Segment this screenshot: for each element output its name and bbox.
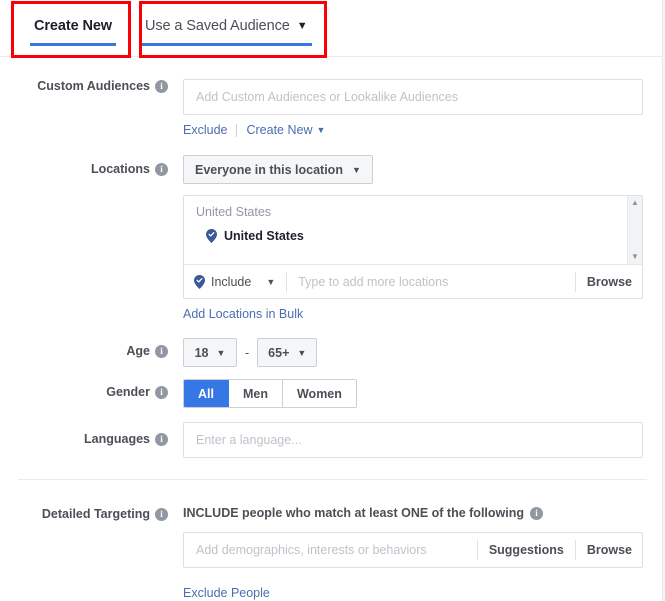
- gender-label-group: Gender i: [0, 379, 168, 399]
- location-name: United States: [224, 229, 304, 243]
- info-icon[interactable]: i: [155, 385, 168, 399]
- detailed-targeting-browse-button[interactable]: Browse: [587, 543, 632, 557]
- custom-audiences-input[interactable]: Add Custom Audiences or Lookalike Audien…: [183, 79, 643, 115]
- field-divider: [286, 271, 288, 292]
- chevron-down-icon: ▼: [296, 19, 308, 32]
- info-icon[interactable]: i: [155, 507, 168, 521]
- locations-field: Everyone in this location ▼ United State…: [183, 155, 643, 322]
- row-languages: Languages i Enter a language...: [0, 422, 665, 458]
- location-scope-dropdown[interactable]: Everyone in this location ▼: [183, 155, 373, 184]
- list-item[interactable]: United States: [196, 229, 630, 243]
- row-custom-audiences: Custom Audiences i Add Custom Audiences …: [0, 79, 665, 138]
- location-include-dropdown[interactable]: Include ▼: [194, 274, 276, 289]
- age-field: 18 ▼ - 65+ ▼: [183, 338, 665, 367]
- info-icon[interactable]: i: [155, 432, 168, 446]
- chevron-down-icon: ▼: [216, 347, 226, 358]
- exclude-people-link[interactable]: Exclude People: [183, 586, 270, 600]
- languages-placeholder: Enter a language...: [196, 433, 302, 447]
- locations-label-group: Locations i: [0, 155, 168, 176]
- tab-create-new-underline: [30, 43, 116, 46]
- detailed-targeting-label-group: Detailed Targeting i: [0, 506, 168, 521]
- tab-create-new-label: Create New: [34, 18, 112, 34]
- locations-bulk-link-row: Add Locations in Bulk: [183, 306, 643, 322]
- detailed-targeting-exclude-row: Exclude People: [183, 585, 643, 601]
- locations-scrollbar[interactable]: ▲ ▼: [627, 196, 642, 264]
- field-divider: [574, 271, 576, 292]
- row-locations: Locations i Everyone in this location ▼ …: [0, 155, 665, 322]
- detailed-targeting-label: Detailed Targeting: [41, 507, 150, 521]
- field-divider: [574, 540, 576, 560]
- detailed-targeting-include-title-group: INCLUDE people who match at least ONE of…: [183, 506, 643, 520]
- exclude-audiences-link[interactable]: Exclude: [183, 123, 227, 137]
- chevron-down-icon: ▼: [297, 347, 307, 358]
- link-divider: [236, 123, 238, 137]
- locations-label: Locations: [90, 162, 150, 176]
- custom-audiences-label: Custom Audiences: [37, 79, 150, 93]
- age-max-dropdown[interactable]: 65+ ▼: [257, 338, 318, 367]
- gender-option-women[interactable]: Women: [282, 380, 356, 407]
- locations-box: United States United States ▲ ▼ Include …: [183, 195, 643, 299]
- age-max-value: 65+: [268, 345, 290, 360]
- custom-audiences-label-group: Custom Audiences i: [0, 79, 168, 93]
- locations-input-row: Include ▼ Type to add more locations Bro…: [184, 265, 642, 298]
- info-icon[interactable]: i: [155, 344, 168, 358]
- custom-audiences-links: Exclude Create New ▼: [183, 122, 643, 138]
- row-gender: Gender i All Men Women: [0, 379, 665, 408]
- location-include-label: Include: [211, 274, 252, 289]
- detailed-targeting-suggestions-button[interactable]: Suggestions: [489, 543, 564, 557]
- scroll-up-arrow-icon[interactable]: ▲: [631, 199, 639, 207]
- add-locations-in-bulk-link[interactable]: Add Locations in Bulk: [183, 307, 303, 321]
- languages-field: Enter a language...: [183, 422, 643, 458]
- locations-group-heading: United States: [196, 205, 272, 219]
- info-icon[interactable]: i: [155, 162, 168, 176]
- scroll-down-arrow-icon[interactable]: ▼: [631, 253, 639, 261]
- audience-form: Custom Audiences i Add Custom Audiences …: [0, 57, 665, 601]
- age-min-dropdown[interactable]: 18 ▼: [183, 338, 237, 367]
- gender-label: Gender: [106, 385, 150, 399]
- gender-segmented-control: All Men Women: [183, 379, 357, 408]
- chevron-down-icon: ▼: [266, 276, 276, 287]
- tab-list: Create New Use a Saved Audience ▼: [0, 0, 665, 56]
- age-range-separator: -: [245, 345, 250, 360]
- tab-use-saved-audience[interactable]: Use a Saved Audience ▼: [129, 0, 324, 56]
- age-label-group: Age i: [0, 338, 168, 358]
- custom-audiences-field: Add Custom Audiences or Lookalike Audien…: [183, 79, 643, 138]
- section-divider: [18, 479, 647, 480]
- languages-label: Languages: [84, 432, 150, 446]
- chevron-down-icon[interactable]: ▼: [316, 125, 325, 135]
- detailed-targeting-input[interactable]: Add demographics, interests or behaviors: [196, 543, 466, 557]
- languages-input[interactable]: Enter a language...: [183, 422, 643, 458]
- info-icon[interactable]: i: [530, 506, 543, 520]
- location-pin-check-icon: [194, 274, 205, 289]
- detailed-targeting-input-row: Add demographics, interests or behaviors…: [183, 532, 643, 568]
- detailed-targeting-include-title: INCLUDE people who match at least ONE of…: [183, 506, 524, 520]
- locations-search-input[interactable]: Type to add more locations: [298, 275, 564, 289]
- age-range-controls: 18 ▼ - 65+ ▼: [183, 338, 665, 367]
- chevron-down-icon: ▼: [351, 164, 361, 175]
- age-label: Age: [126, 344, 150, 358]
- row-age: Age i 18 ▼ - 65+ ▼: [0, 338, 665, 367]
- gender-option-men[interactable]: Men: [228, 380, 283, 407]
- location-scope-value: Everyone in this location: [195, 162, 343, 177]
- row-detailed-targeting: Detailed Targeting i INCLUDE people who …: [0, 506, 665, 601]
- tab-use-saved-audience-underline: [140, 43, 312, 46]
- age-min-value: 18: [194, 345, 209, 360]
- gender-field: All Men Women: [183, 379, 665, 408]
- field-divider: [476, 540, 478, 560]
- info-icon[interactable]: i: [155, 79, 168, 93]
- location-pin-check-icon: [206, 229, 217, 243]
- create-new-audience-link[interactable]: Create New: [246, 123, 312, 137]
- tab-create-new[interactable]: Create New: [18, 0, 128, 56]
- languages-label-group: Languages i: [0, 422, 168, 446]
- gender-option-all[interactable]: All: [184, 380, 229, 407]
- custom-audiences-placeholder: Add Custom Audiences or Lookalike Audien…: [196, 90, 458, 104]
- locations-selected-list: United States United States ▲ ▼: [184, 196, 642, 265]
- audience-tab-bar: Create New Use a Saved Audience ▼: [0, 0, 665, 58]
- tab-use-saved-audience-label: Use a Saved Audience: [144, 18, 290, 34]
- detailed-targeting-field: INCLUDE people who match at least ONE of…: [183, 506, 643, 601]
- locations-browse-button[interactable]: Browse: [587, 275, 632, 289]
